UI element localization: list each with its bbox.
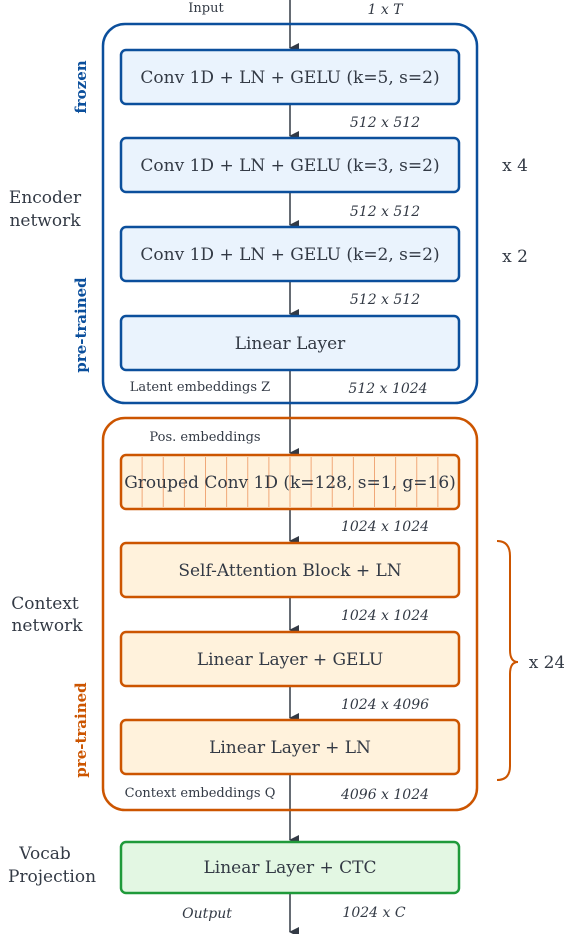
encoder-name-2: network [9, 211, 81, 231]
svg-text:Grouped Conv 1D (k=128, s=1, g: Grouped Conv 1D (k=128, s=1, g=16) [124, 473, 456, 493]
dim-label: 512 x 512 [350, 115, 420, 131]
output-label: Output [182, 906, 232, 922]
repeat-label: x 4 [502, 156, 528, 176]
pos-embeddings-label: Pos. embeddings [149, 430, 260, 445]
repeat-brace [496, 540, 519, 781]
svg-text:Conv 1D + LN + GELU (k=5, s=2): Conv 1D + LN + GELU (k=5, s=2) [140, 68, 439, 88]
encoder-block-conv-k5: Conv 1D + LN + GELU (k=5, s=2) [119, 48, 461, 106]
svg-text:Linear Layer + CTC: Linear Layer + CTC [203, 858, 376, 878]
dim-label: 512 x 1024 [348, 381, 427, 397]
frozen-label: frozen [72, 60, 90, 113]
context-name-1: Context [11, 594, 79, 614]
svg-text:Conv 1D + LN + GELU (k=2, s=2): Conv 1D + LN + GELU (k=2, s=2) [140, 245, 439, 265]
context-name-2: network [11, 616, 83, 636]
encoder-name-1: Encoder [9, 188, 82, 208]
input-dim: 1 x T [367, 2, 404, 18]
input-label: Input [188, 1, 224, 16]
svg-text:Linear Layer + LN: Linear Layer + LN [209, 738, 371, 758]
dim-label: 512 x 512 [350, 204, 420, 220]
context-block-grouped-conv: Grouped Conv 1D (k=128, s=1, g=16) [119, 453, 461, 511]
dim-label: 1024 x 4096 [341, 697, 429, 713]
dim-label: 4096 x 1024 [340, 787, 429, 803]
context-embeddings-label: Context embeddings Q [125, 786, 276, 801]
context-block-self-attention: Self-Attention Block + LN [119, 541, 461, 599]
context-repeat-label: x 24 [529, 653, 564, 673]
dim-label: 1024 x 1024 [341, 519, 429, 535]
context-block-linear-gelu: Linear Layer + GELU [119, 630, 461, 688]
encoder-block-conv-k2: Conv 1D + LN + GELU (k=2, s=2) [119, 225, 461, 283]
repeat-label: x 2 [502, 247, 528, 267]
encoder-block-conv-k3: Conv 1D + LN + GELU (k=3, s=2) [119, 136, 461, 194]
dim-label: 512 x 512 [350, 292, 420, 308]
vocab-name-1: Vocab [18, 844, 71, 864]
encoder-block-linear: Linear Layer [119, 314, 461, 372]
svg-text:Conv 1D + LN + GELU (k=3, s=2): Conv 1D + LN + GELU (k=3, s=2) [140, 156, 439, 176]
context-pretrained-label: pre-trained [72, 682, 90, 778]
dim-label: 1024 x 1024 [341, 608, 429, 624]
context-block-linear-ln: Linear Layer + LN [119, 718, 461, 776]
wav2vec-architecture-diagram: Input 1 x T frozen pre-trained Encoder n… [8, 0, 564, 934]
svg-text:Linear Layer: Linear Layer [235, 334, 346, 354]
vocab-name-2: Projection [8, 867, 96, 887]
latent-embeddings-label: Latent embeddings Z [130, 380, 270, 395]
vocab-block-linear-ctc: Linear Layer + CTC [119, 840, 461, 895]
svg-text:Linear Layer + GELU: Linear Layer + GELU [197, 650, 383, 670]
output-dim: 1024 x C [342, 905, 405, 921]
svg-text:Self-Attention Block + LN: Self-Attention Block + LN [178, 561, 401, 581]
encoder-pretrained-label: pre-trained [72, 277, 90, 373]
